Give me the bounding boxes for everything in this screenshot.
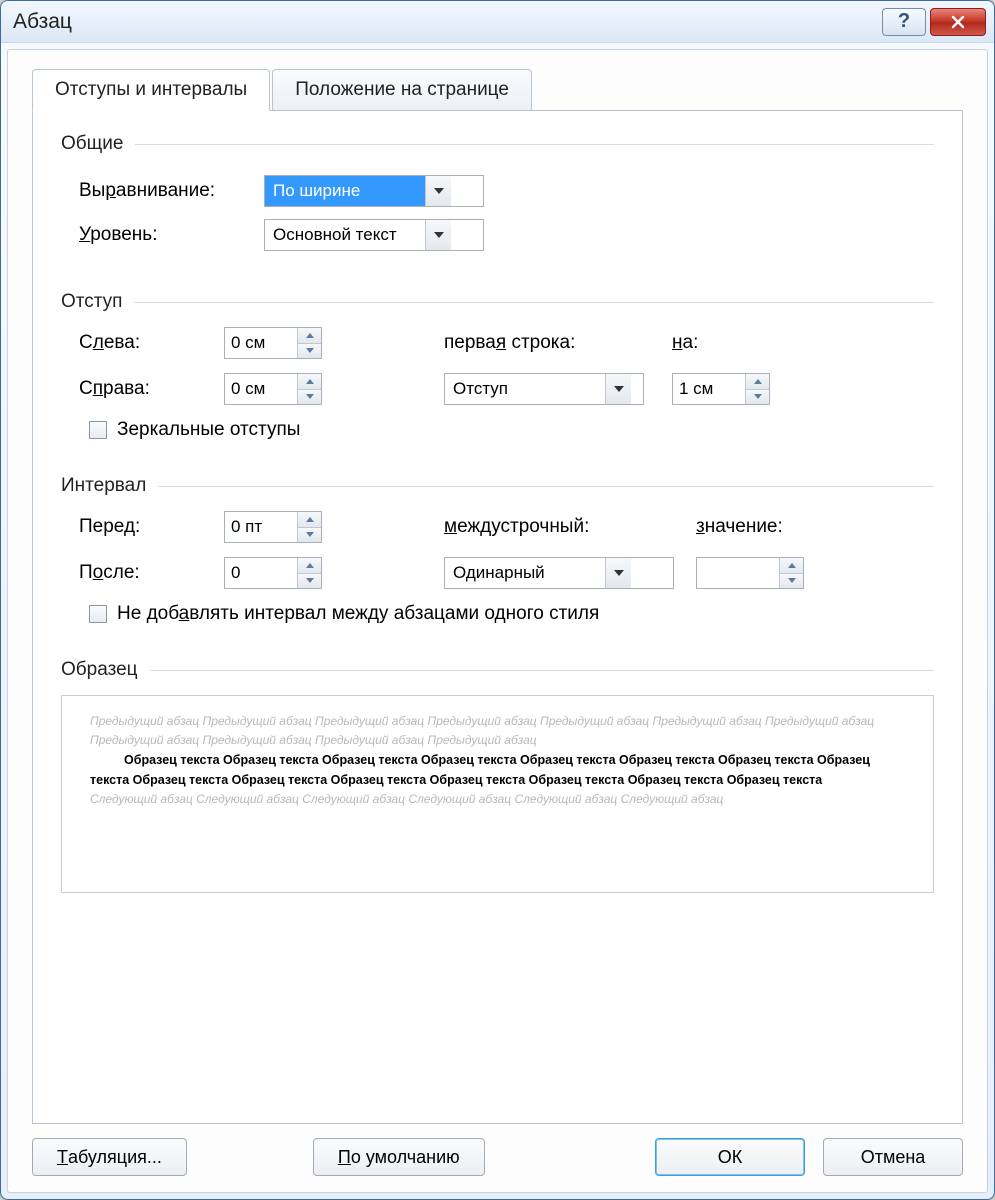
firstline-value: Отступ	[445, 374, 605, 404]
alignment-value: По ширине	[265, 176, 425, 206]
mirror-indents-label: Зеркальные отступы	[117, 419, 300, 441]
spacing-at-label: значение:	[696, 516, 826, 538]
linespacing-value: Одинарный	[445, 558, 605, 588]
tab-strip: Отступы и интервалы Положение на страниц…	[32, 69, 963, 111]
group-indent-title: Отступ	[61, 291, 934, 313]
preview-box: Предыдущий абзац Предыдущий абзац Предыд…	[61, 695, 934, 893]
group-spacing-title: Интервал	[61, 475, 934, 497]
firstline-label: первая строка:	[444, 332, 654, 354]
indent-by-label: на:	[672, 332, 792, 354]
spin-down-icon[interactable]	[746, 390, 769, 405]
client-area: Отступы и интервалы Положение на страниц…	[7, 49, 988, 1193]
firstline-dropdown-button[interactable]	[605, 374, 631, 404]
linespacing-dropdown-button[interactable]	[605, 558, 631, 588]
group-general-title: Общие	[61, 133, 934, 155]
spin-up-icon[interactable]	[746, 374, 769, 390]
level-label: Уровень:	[79, 224, 264, 246]
spin-down-icon[interactable]	[298, 390, 321, 405]
alignment-label: Выравнивание:	[79, 180, 264, 202]
spin-up-icon[interactable]	[780, 558, 803, 574]
tab-position[interactable]: Положение на странице	[272, 69, 532, 111]
indent-left-label: Слева:	[79, 332, 224, 354]
indent-by-input[interactable]	[673, 374, 745, 404]
preview-next-para: Следующий абзац Следующий абзац Следующи…	[90, 790, 905, 809]
window-title: Абзац	[13, 10, 878, 34]
spin-up-icon[interactable]	[298, 328, 321, 344]
ok-button[interactable]: ОК	[655, 1138, 805, 1176]
level-value: Основной текст	[265, 220, 425, 250]
group-preview-title: Образец	[61, 659, 934, 681]
help-button[interactable]: ?	[882, 8, 926, 36]
titlebar: Абзац ?	[1, 1, 994, 43]
close-button[interactable]	[930, 8, 986, 36]
indent-right-spinner[interactable]	[224, 373, 322, 405]
indent-left-input[interactable]	[225, 328, 297, 358]
spacing-before-label: Перед:	[79, 516, 224, 538]
nospace-checkbox[interactable]	[89, 605, 107, 623]
tab-indents-label: Отступы и интервалы	[55, 79, 247, 100]
indent-left-spinner[interactable]	[224, 327, 322, 359]
chevron-down-icon	[614, 570, 624, 576]
tabs-button[interactable]: Табуляция...	[32, 1138, 187, 1176]
group-general-label: Общие	[61, 133, 123, 155]
tab-position-label: Положение на странице	[295, 79, 509, 100]
linespacing-label: междустрочный:	[444, 516, 654, 538]
spin-down-icon[interactable]	[298, 344, 321, 359]
dialog-buttons: Табуляция... По умолчанию ОК Отмена	[32, 1138, 963, 1176]
indent-by-spinner[interactable]	[672, 373, 770, 405]
cancel-button[interactable]: Отмена	[823, 1138, 963, 1176]
level-combo[interactable]: Основной текст	[264, 219, 484, 251]
help-icon: ?	[898, 10, 910, 33]
spacing-at-input[interactable]	[697, 558, 779, 588]
tab-indents[interactable]: Отступы и интервалы	[32, 69, 270, 111]
spin-up-icon[interactable]	[298, 558, 321, 574]
preview-prev-para: Предыдущий абзац Предыдущий абзац Предыд…	[90, 712, 905, 750]
mirror-indents-checkbox[interactable]	[89, 421, 107, 439]
spacing-after-input[interactable]	[225, 558, 297, 588]
preview-sample: Образец текста Образец текста Образец те…	[90, 750, 905, 790]
chevron-down-icon	[434, 232, 444, 238]
chevron-down-icon	[434, 188, 444, 194]
spacing-after-spinner[interactable]	[224, 557, 322, 589]
spin-up-icon[interactable]	[298, 374, 321, 390]
alignment-combo[interactable]: По ширине	[264, 175, 484, 207]
level-dropdown-button[interactable]	[425, 220, 451, 250]
spin-up-icon[interactable]	[298, 512, 321, 528]
default-button[interactable]: По умолчанию	[313, 1138, 485, 1176]
spin-down-icon[interactable]	[298, 528, 321, 543]
group-spacing-label: Интервал	[61, 475, 146, 497]
alignment-dropdown-button[interactable]	[425, 176, 451, 206]
paragraph-dialog: Абзац ? Отступы и интервалы Положение на…	[0, 0, 995, 1200]
chevron-down-icon	[614, 386, 624, 392]
spacing-before-spinner[interactable]	[224, 511, 322, 543]
nospace-label: Не добавлять интервал между абзацами одн…	[117, 603, 599, 625]
indent-right-input[interactable]	[225, 374, 297, 404]
spacing-after-label: После:	[79, 562, 224, 584]
group-preview-label: Образец	[61, 659, 138, 681]
spin-down-icon[interactable]	[298, 574, 321, 589]
indent-right-label: Справа:	[79, 378, 224, 400]
spacing-before-input[interactable]	[225, 512, 297, 542]
tab-body: Общие Выравнивание: По ширине Уровень: О…	[32, 110, 963, 1124]
linespacing-combo[interactable]: Одинарный	[444, 557, 674, 589]
firstline-combo[interactable]: Отступ	[444, 373, 644, 405]
group-indent-label: Отступ	[61, 291, 122, 313]
close-icon	[950, 14, 966, 30]
spin-down-icon[interactable]	[780, 574, 803, 589]
spacing-at-spinner[interactable]	[696, 557, 804, 589]
